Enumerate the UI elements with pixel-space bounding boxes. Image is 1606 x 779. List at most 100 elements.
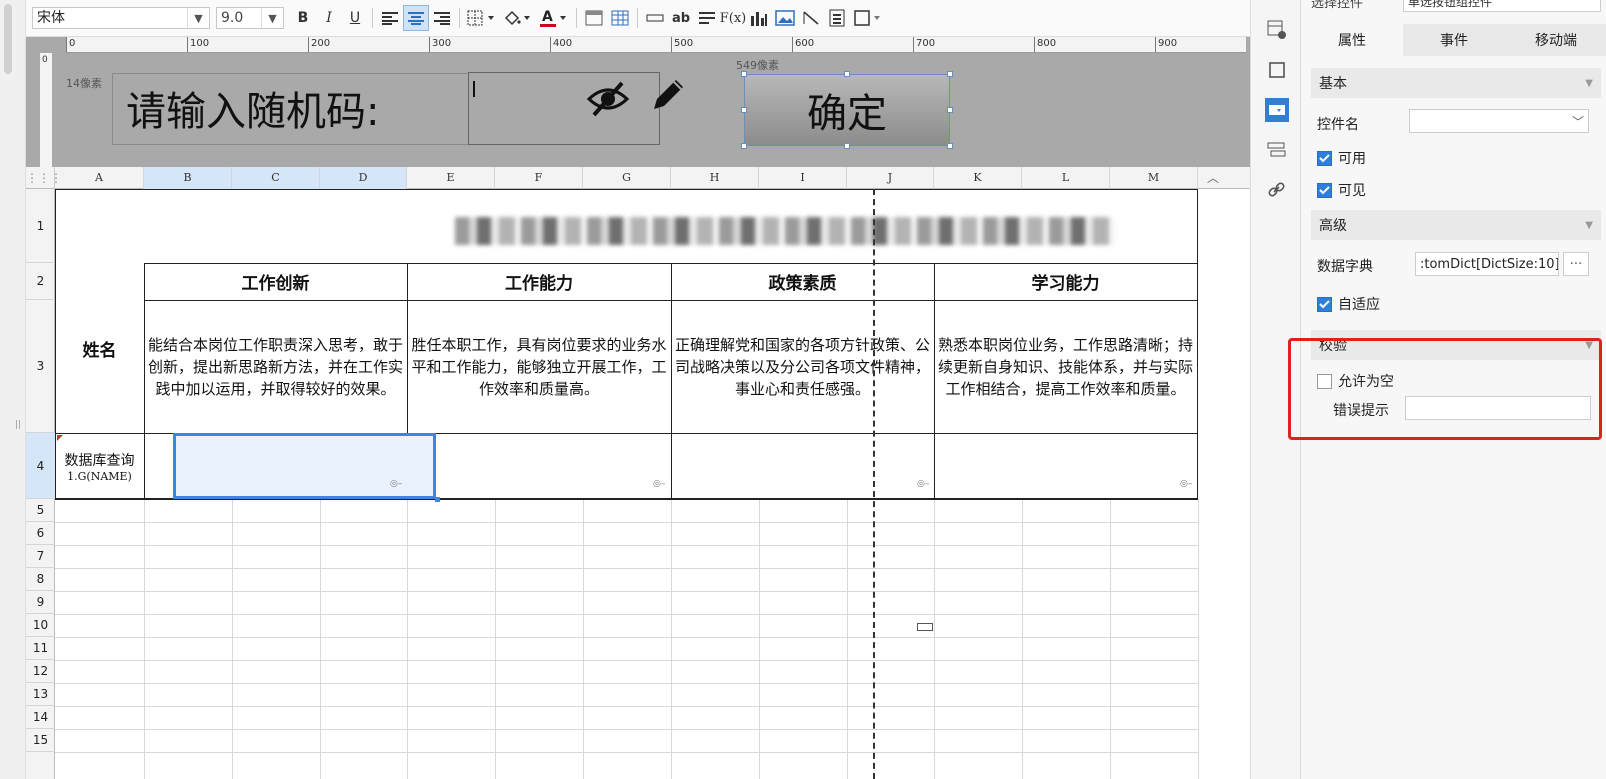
widget-settings-tab[interactable] <box>1265 98 1289 122</box>
resize-handle[interactable] <box>741 107 747 113</box>
pencil-icon[interactable] <box>648 75 688 115</box>
column-header[interactable]: D <box>320 167 407 189</box>
tab-properties[interactable]: 属性 <box>1301 24 1403 56</box>
autofit-checkbox-row[interactable]: 自适应 <box>1317 294 1380 314</box>
column-header[interactable]: G <box>583 167 671 189</box>
parameter-design-area[interactable]: 0 0 100 200 300 400 500 600 700 800 900 … <box>26 37 1250 167</box>
selected-cell[interactable] <box>173 433 436 499</box>
merge-cells-button[interactable] <box>581 5 607 31</box>
row-header[interactable]: 8 <box>26 568 55 591</box>
fill-handle[interactable] <box>435 497 440 502</box>
resize-handle[interactable] <box>947 71 953 77</box>
slash-button[interactable] <box>798 5 824 31</box>
select-all-corner[interactable]: ⋮⋮⋮ <box>26 167 62 189</box>
description-cell[interactable]: 胜任本职工作，具有岗位要求的业务水平和工作能力，能够独立开展工作，工作效率和质量… <box>407 300 671 433</box>
visible-checkbox[interactable] <box>1317 182 1332 198</box>
row-header[interactable]: 1 <box>26 189 55 263</box>
row-header[interactable]: 13 <box>26 683 55 706</box>
row-header[interactable]: 10 <box>26 614 55 637</box>
chart-button[interactable] <box>746 5 772 31</box>
underline-button[interactable]: U <box>342 5 368 31</box>
fill-color-button[interactable] <box>500 5 536 31</box>
scrollbar-thumb[interactable] <box>4 4 12 74</box>
resize-handle[interactable] <box>741 71 747 77</box>
autofit-checkbox[interactable] <box>1317 296 1332 312</box>
column-header[interactable]: B <box>144 167 232 189</box>
row-header[interactable]: 9 <box>26 591 55 614</box>
column-header[interactable]: A <box>55 167 144 189</box>
resize-handle[interactable] <box>947 107 953 113</box>
column-header[interactable]: K <box>934 167 1022 189</box>
visible-checkbox-row[interactable]: 可见 <box>1317 180 1366 200</box>
resize-handle[interactable] <box>741 143 747 149</box>
align-center-button[interactable] <box>403 5 429 31</box>
cell-grid[interactable]: 姓名 工作创新 工作能力 政策素质 学习能力 能结合本岗位工作职责深入思考，敢于… <box>55 189 1250 779</box>
cell-attribute-tab[interactable] <box>1265 18 1289 42</box>
align-right-button[interactable] <box>429 5 455 31</box>
hyperlink-tab[interactable] <box>1265 178 1289 202</box>
column-header[interactable]: H <box>671 167 759 189</box>
row-header[interactable]: 12 <box>26 660 55 683</box>
paragraph-button[interactable] <box>694 5 720 31</box>
font-color-button[interactable]: A <box>536 5 572 31</box>
widget-button[interactable] <box>850 5 886 31</box>
basic-section-header[interactable]: 基本 ▼ <box>1311 68 1601 98</box>
category-header-cell[interactable]: 工作能力 <box>407 263 671 300</box>
description-cell[interactable]: 能结合本岗位工作职责深入思考，敢于创新，提出新思路新方法，并在工作实践中加以运用… <box>144 300 407 433</box>
chevron-up-icon[interactable]: ︿ <box>1204 169 1222 187</box>
row-header[interactable]: 14 <box>26 706 55 729</box>
dictionary-more-button[interactable]: ··· <box>1563 252 1589 276</box>
random-code-input[interactable] <box>468 72 660 145</box>
cell-element-tab[interactable] <box>1265 58 1289 82</box>
column-header[interactable]: L <box>1022 167 1110 189</box>
enabled-checkbox-row[interactable]: 可用 <box>1317 148 1366 168</box>
category-header-cell[interactable]: 学习能力 <box>934 263 1197 300</box>
resize-handle[interactable] <box>844 71 850 77</box>
row-header[interactable]: 3 <box>26 300 55 433</box>
tab-events[interactable]: 事件 <box>1403 24 1505 56</box>
sub-report-button[interactable] <box>824 5 850 31</box>
image-button[interactable] <box>772 5 798 31</box>
text-box-button[interactable] <box>642 5 668 31</box>
italic-button[interactable]: I <box>316 5 342 31</box>
border-button[interactable] <box>464 5 500 31</box>
row-header[interactable]: 15 <box>26 729 55 752</box>
eye-slash-icon[interactable] <box>586 79 630 119</box>
row-header[interactable]: 7 <box>26 545 55 568</box>
resize-handle[interactable] <box>947 143 953 149</box>
description-cell[interactable]: 正确理解党和国家的各项方针政策、公司战略决策以及分公司各项文件精神，事业心和责任… <box>671 300 934 433</box>
chevron-down-icon[interactable]: ﹀ <box>1568 113 1588 130</box>
column-header[interactable]: J <box>847 167 934 189</box>
column-header[interactable]: C <box>232 167 320 189</box>
row-header[interactable]: 4 <box>26 433 55 499</box>
splitter-mark[interactable]: || <box>15 420 21 430</box>
font-family-select[interactable]: 宋体 ▼ <box>32 7 210 29</box>
condition-tab[interactable] <box>1265 138 1289 162</box>
description-cell[interactable]: 熟悉本职岗位业务，工作思路清晰；持续更新自身知识、技能体系，并与实际工作相结合，… <box>934 300 1197 433</box>
column-header[interactable]: E <box>407 167 495 189</box>
control-name-input[interactable]: ﹀ <box>1409 109 1589 133</box>
row-header[interactable]: 11 <box>26 637 55 660</box>
data-source-cell[interactable]: 数据库查询 1.G(NAME) <box>55 433 144 499</box>
row-header[interactable]: 6 <box>26 522 55 545</box>
formula-button[interactable]: F(x) <box>720 5 747 31</box>
confirm-button[interactable]: 确定 <box>744 74 950 146</box>
column-header[interactable]: M <box>1110 167 1198 189</box>
table-button[interactable] <box>607 5 633 31</box>
name-header-cell[interactable]: 姓名 <box>55 263 144 433</box>
control-type-select[interactable]: 单选按钮组控件 <box>1403 0 1601 12</box>
dictionary-input[interactable]: :tomDict[DictSize:10] <box>1415 252 1559 276</box>
column-header[interactable]: F <box>495 167 583 189</box>
row-header[interactable]: 5 <box>26 499 55 522</box>
resize-handle[interactable] <box>844 143 850 149</box>
row-header[interactable]: 2 <box>26 263 55 300</box>
font-size-select[interactable]: 9.0 ▼ <box>216 7 284 29</box>
strike-text-button[interactable]: ab <box>668 5 694 31</box>
enabled-checkbox[interactable] <box>1317 150 1332 166</box>
advanced-section-header[interactable]: 高级 ▼ <box>1311 210 1601 240</box>
category-header-cell[interactable]: 政策素质 <box>671 263 934 300</box>
spreadsheet[interactable]: ⋮⋮⋮ A B C D E F G H I J K L M ︿ 1 2 3 4 … <box>26 167 1250 779</box>
category-header-cell[interactable]: 工作创新 <box>144 263 407 300</box>
bold-button[interactable]: B <box>290 5 316 31</box>
align-left-button[interactable] <box>377 5 403 31</box>
